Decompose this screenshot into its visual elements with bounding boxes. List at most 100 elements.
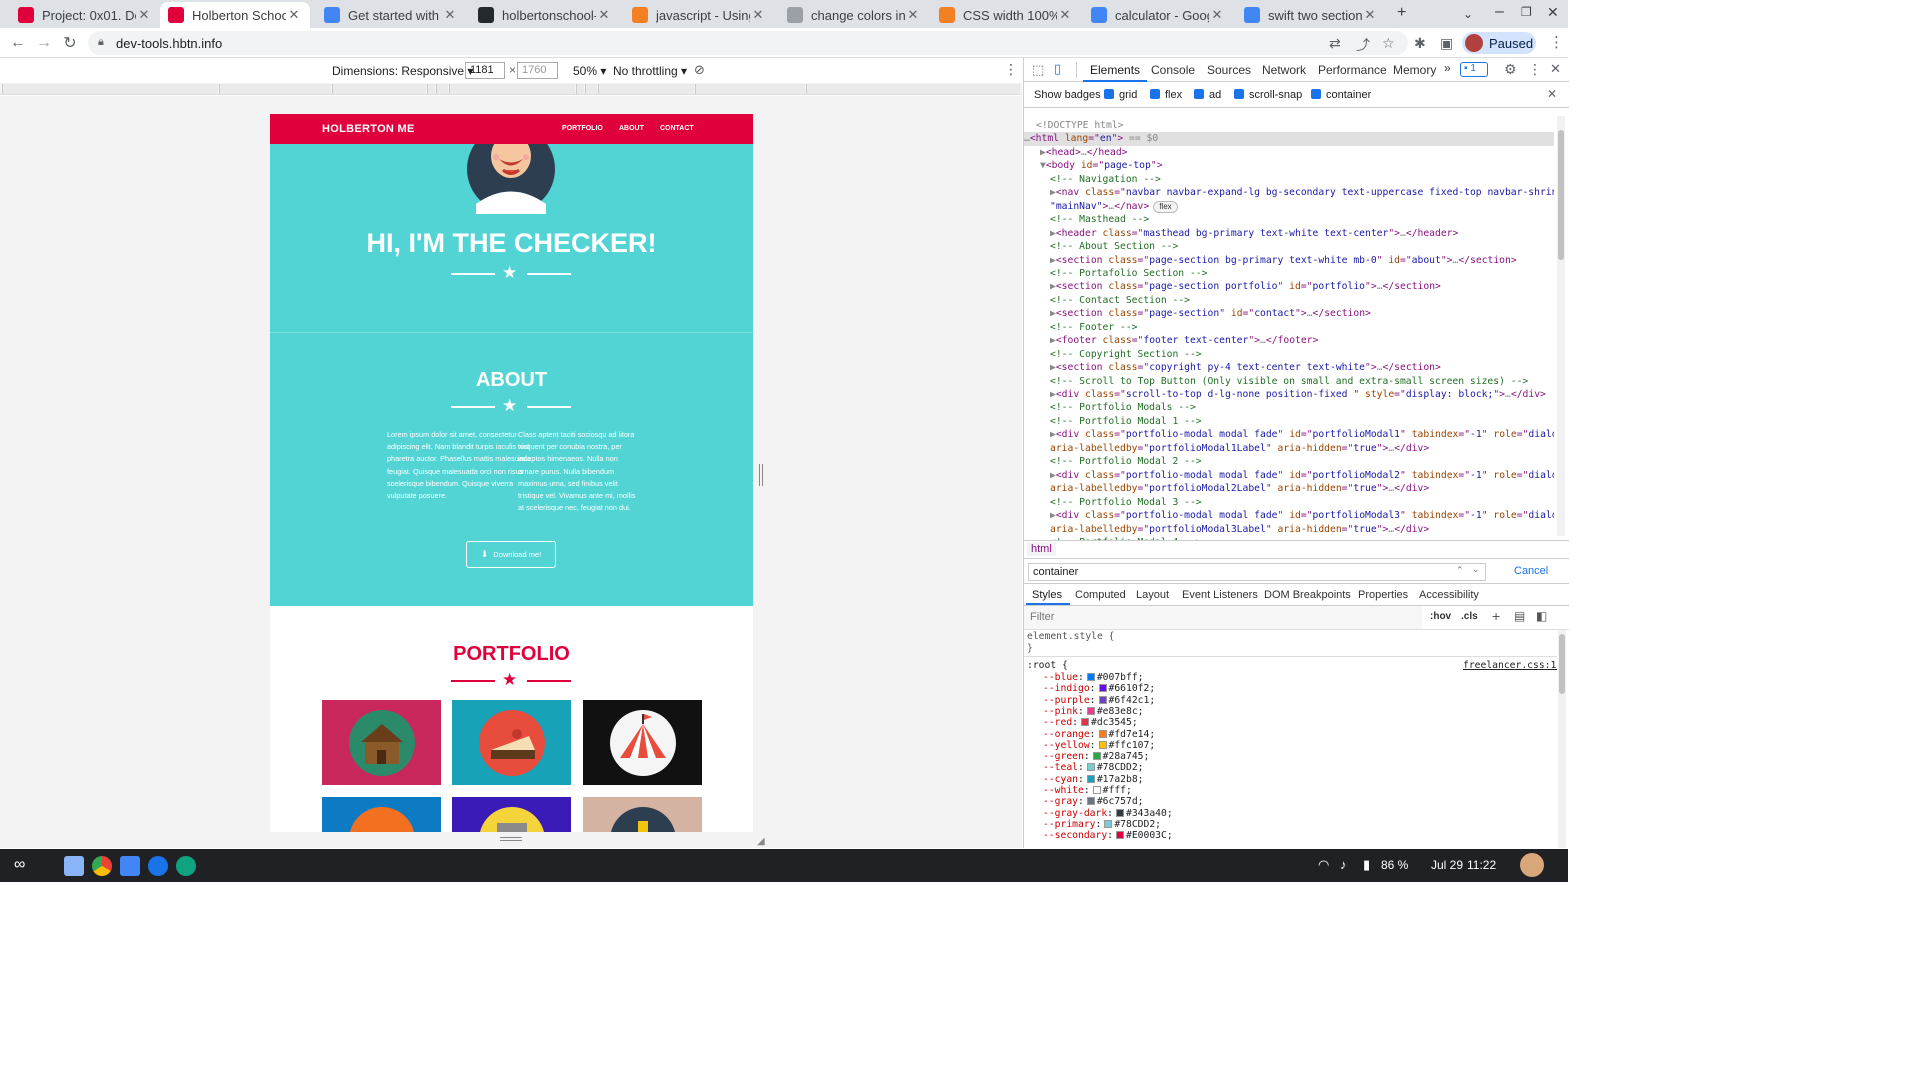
styles-subtab[interactable]: Computed <box>1075 589 1126 601</box>
dom-search-input[interactable]: container <box>1028 563 1486 581</box>
tab-close-icon[interactable]: ✕ <box>286 7 302 23</box>
window-close-button[interactable]: ✕ <box>1547 4 1559 21</box>
ruler-segment[interactable] <box>2 84 218 94</box>
styles-subtab[interactable]: DOM Breakpoints <box>1264 589 1351 601</box>
dom-node-line[interactable]: <!-- Contact Section --> <box>1050 294 1190 307</box>
flex-badge[interactable]: flex <box>1153 200 1178 213</box>
browser-tab[interactable]: Holberton School ✕ <box>160 2 310 28</box>
chatgpt-app-icon[interactable] <box>176 856 196 876</box>
wifi-icon[interactable]: ◠ <box>1318 857 1329 873</box>
time-text[interactable]: 11:22 <box>1467 858 1496 872</box>
volume-icon[interactable]: ♪ <box>1340 857 1347 872</box>
browser-tab[interactable]: change colors in c✕ <box>779 2 929 28</box>
dom-node-line[interactable]: <!-- Portafolio Section --> <box>1050 267 1207 280</box>
back-button[interactable]: ← <box>7 32 29 54</box>
docs-app-icon[interactable] <box>120 856 140 876</box>
color-swatch[interactable] <box>1081 718 1090 727</box>
nav-link-contact[interactable]: CONTACT <box>660 125 694 132</box>
paint-roller-icon[interactable]: ▤ <box>1514 609 1525 623</box>
dom-tree[interactable]: <!DOCTYPE html> …<html lang="en"> == $0 ▶<… <box>1024 116 1554 540</box>
user-avatar[interactable] <box>1520 853 1544 877</box>
tab-performance[interactable]: Performance <box>1318 63 1387 77</box>
profile-button[interactable]: Paused <box>1462 32 1536 54</box>
portfolio-item-cabin[interactable] <box>322 700 441 785</box>
badge-option-grid[interactable]: grid <box>1094 89 1137 101</box>
color-swatch[interactable] <box>1086 774 1095 783</box>
dom-node-line[interactable]: ▶<nav class="navbar navbar-expand-lg bg-… <box>1050 186 1554 199</box>
tab-console[interactable]: Console <box>1151 63 1195 77</box>
devtools-close-icon[interactable]: ✕ <box>1550 61 1561 77</box>
dom-node-line[interactable]: aria-labelledby="portfolioModal2Label" a… <box>1050 482 1429 495</box>
date-text[interactable]: Jul 29 <box>1431 858 1463 872</box>
ruler-segment[interactable] <box>332 84 426 94</box>
tab-close-icon[interactable]: ✕ <box>905 7 921 23</box>
side-panel-icon[interactable]: ▣ <box>1440 35 1453 52</box>
dom-node-line[interactable]: ▶<div class="portfolio-modal modal fade"… <box>1050 509 1554 522</box>
css-variable[interactable]: --orange: #fd7e14; <box>1043 729 1155 740</box>
dom-node-line[interactable]: ▶<div class="scroll-to-top d-lg-none pos… <box>1050 388 1546 401</box>
dom-node-line[interactable]: <!-- About Section --> <box>1050 240 1178 253</box>
color-swatch[interactable] <box>1098 740 1107 749</box>
close-badges-icon[interactable]: ✕ <box>1547 87 1557 101</box>
badge-option-scroll-snap[interactable]: scroll-snap <box>1224 89 1302 101</box>
ruler-segment[interactable] <box>695 84 805 94</box>
dom-node-line[interactable]: <!-- Portfolio Modal 2 --> <box>1050 455 1202 468</box>
ruler-segment[interactable] <box>806 84 1020 94</box>
checkbox-checked-icon[interactable] <box>1150 89 1160 99</box>
styles-scrollbar[interactable] <box>1558 630 1566 848</box>
tab-close-icon[interactable]: ✕ <box>596 7 612 23</box>
launcher-icon[interactable]: ∞ <box>14 856 25 874</box>
breadcrumb-html[interactable]: html <box>1027 542 1056 556</box>
styles-subtab[interactable]: Event Listeners <box>1182 589 1258 601</box>
cls-toggle[interactable]: .cls <box>1461 611 1478 622</box>
ruler-segment[interactable] <box>219 84 331 94</box>
tab-close-icon[interactable]: ✕ <box>1057 7 1073 23</box>
color-swatch[interactable] <box>1086 797 1095 806</box>
dom-node-line[interactable]: ▶<section class="page-section bg-primary… <box>1050 254 1517 267</box>
browser-tab[interactable]: Project: 0x01. De ✕ <box>10 2 160 28</box>
address-bar[interactable]: 🔒︎ dev-tools.hbtn.info <box>88 31 1408 55</box>
tab-close-icon[interactable]: ✕ <box>1362 7 1378 23</box>
extensions-icon[interactable]: ✱ <box>1414 35 1426 52</box>
dom-node-line[interactable]: ▶<footer class="footer text-center">…</f… <box>1050 334 1318 347</box>
search-cancel-button[interactable]: Cancel <box>1514 565 1548 577</box>
height-input[interactable]: 1760 <box>517 62 558 79</box>
media-query-ruler[interactable] <box>0 83 1022 95</box>
browser-tab[interactable]: Get started with ✕ <box>316 2 466 28</box>
badge-option-flex[interactable]: flex <box>1140 89 1182 101</box>
viewport-resize-handle-bottom[interactable] <box>500 837 522 841</box>
dom-node-line[interactable]: ▶<section class="page-section" id="conta… <box>1050 307 1371 320</box>
minimize-button[interactable]: – <box>1495 3 1504 21</box>
color-swatch[interactable] <box>1116 808 1124 817</box>
chrome-app-icon[interactable] <box>92 856 112 876</box>
dimensions-select[interactable]: Dimensions: Responsive ▾ <box>332 64 473 78</box>
root-source-link[interactable]: freelancer.css:13 <box>1463 660 1557 671</box>
ruler-segment[interactable] <box>585 84 597 94</box>
tab-elements[interactable]: Elements <box>1090 63 1140 77</box>
chromium-app-icon[interactable] <box>148 856 168 876</box>
dom-node-line[interactable]: ▶<div class="portfolio-modal modal fade"… <box>1050 469 1554 482</box>
reload-button[interactable]: ↻ <box>59 32 81 54</box>
battery-icon[interactable]: ▮ <box>1363 857 1370 873</box>
dom-node-line[interactable]: "mainNav">…</nav> flex <box>1050 200 1178 213</box>
forward-button[interactable]: → <box>33 32 55 54</box>
color-swatch[interactable] <box>1086 763 1095 772</box>
download-button[interactable]: ⬇ Download me! <box>466 541 556 568</box>
browser-tab[interactable]: CSS width 100% ✕ <box>931 2 1081 28</box>
checkbox-checked-icon[interactable] <box>1234 89 1244 99</box>
css-variable[interactable]: --green: #28a745; <box>1043 751 1149 762</box>
tab-search-chevron-icon[interactable]: ⌄ <box>1463 7 1473 21</box>
css-variable[interactable]: --primary: #78CDD2; <box>1043 819 1161 830</box>
viewport-resize-handle-right[interactable] <box>759 464 763 486</box>
styles-subtab[interactable]: Properties <box>1358 589 1408 601</box>
dom-node-line[interactable]: ▶<header class="masthead bg-primary text… <box>1050 227 1458 240</box>
color-swatch[interactable] <box>1092 752 1101 761</box>
ruler-segment[interactable] <box>576 84 584 94</box>
dom-node-line[interactable]: ▼<body id="page-top"> <box>1040 159 1163 172</box>
tab-close-icon[interactable]: ✕ <box>750 7 766 23</box>
inspect-element-icon[interactable]: ⬚ <box>1032 62 1044 78</box>
ruler-segment[interactable] <box>449 84 575 94</box>
dom-node-line[interactable]: <!-- Copyright Section --> <box>1050 348 1202 361</box>
bookmark-star-icon[interactable]: ☆ <box>1382 35 1395 52</box>
dom-node-line[interactable]: <!-- Footer --> <box>1050 321 1138 334</box>
